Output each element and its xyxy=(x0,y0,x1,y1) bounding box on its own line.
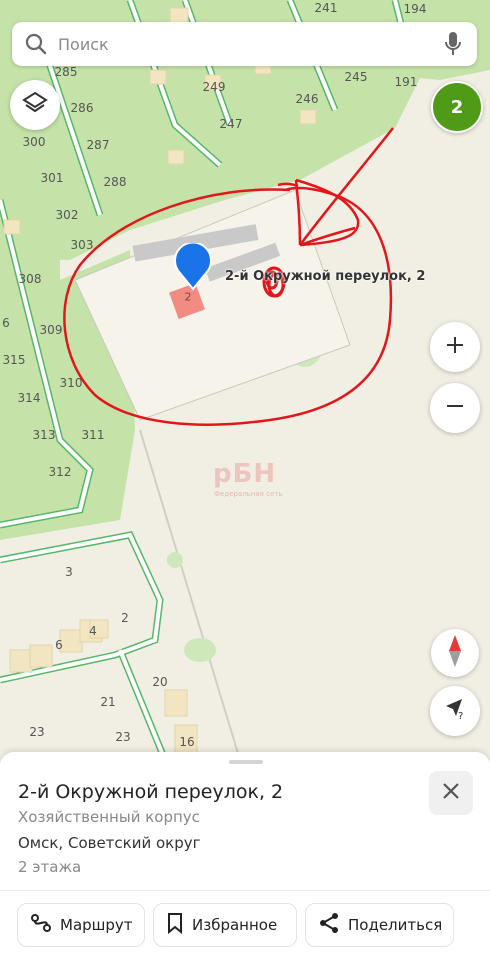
house-number: 245 xyxy=(344,70,368,84)
house-number: 247 xyxy=(219,117,243,131)
house-number: 303 xyxy=(70,238,94,252)
house-number: 285 xyxy=(54,65,78,79)
house-number: 311 xyxy=(81,428,105,442)
route-icon xyxy=(18,912,60,938)
watermark-logo: рБН xyxy=(213,459,277,489)
house-number: 246 xyxy=(295,92,319,106)
house-number: 23 xyxy=(29,725,45,739)
route-button[interactable]: Маршрут xyxy=(17,903,145,947)
place-card[interactable]: 2-й Окружной переулок, 2 Хозяйственный к… xyxy=(0,752,490,960)
favorites-button[interactable]: Избранное xyxy=(153,903,297,947)
house-number: 191 xyxy=(394,75,418,89)
favorites-label: Избранное xyxy=(192,916,278,934)
navigation-arrow-icon: ? xyxy=(442,696,468,726)
house-number: 6 xyxy=(55,638,63,652)
layers-button[interactable] xyxy=(10,80,60,130)
house-number: 302 xyxy=(55,208,79,222)
route-label: Маршрут xyxy=(60,916,133,934)
zoom-in-button[interactable] xyxy=(430,322,480,372)
building-number: 2 xyxy=(184,290,192,304)
watermark-subtitle: Федеральная сеть xyxy=(214,490,283,498)
place-locality: Омск, Советский округ xyxy=(18,834,201,852)
microphone-icon[interactable] xyxy=(443,31,463,57)
house-number: 16 xyxy=(179,735,195,749)
sheet-handle[interactable] xyxy=(229,760,263,764)
layers-icon xyxy=(21,89,49,121)
house-number: 286 xyxy=(70,101,94,115)
compass-icon xyxy=(448,635,462,671)
close-button[interactable] xyxy=(429,771,473,815)
house-number: 315 xyxy=(2,353,26,367)
bookmark-icon xyxy=(154,912,192,938)
house-number: 2 xyxy=(121,611,129,625)
my-location-button[interactable]: ? xyxy=(430,686,480,736)
share-label: Поделиться xyxy=(348,916,443,934)
share-button[interactable]: Поделиться xyxy=(305,903,454,947)
house-number: 288 xyxy=(103,175,127,189)
house-number: 3 xyxy=(65,565,73,579)
divider xyxy=(0,890,490,891)
house-number: 312 xyxy=(48,465,72,479)
house-number: 314 xyxy=(17,391,41,405)
plus-icon xyxy=(445,335,465,359)
search-bar[interactable]: Поиск xyxy=(12,22,477,66)
house-number: 308 xyxy=(18,272,42,286)
share-icon xyxy=(306,912,348,938)
place-title: 2-й Окружной переулок, 2 xyxy=(18,781,284,803)
zoom-out-button[interactable] xyxy=(430,383,480,433)
place-floors: 2 этажа xyxy=(18,858,82,876)
house-number: 23 xyxy=(115,730,131,744)
search-input[interactable]: Поиск xyxy=(58,35,443,54)
location-pin-icon[interactable] xyxy=(172,243,214,291)
compass-button[interactable] xyxy=(431,629,479,677)
notification-badge[interactable]: 2 xyxy=(431,81,483,133)
house-number: 309 xyxy=(39,323,63,337)
house-number: 310 xyxy=(59,376,83,390)
svg-text:?: ? xyxy=(458,711,463,722)
house-number: 301 xyxy=(40,171,64,185)
house-number: 20 xyxy=(152,675,168,689)
place-category: Хозяйственный корпус xyxy=(18,808,200,826)
house-number: 6 xyxy=(2,316,10,330)
minus-icon xyxy=(445,396,465,420)
close-icon xyxy=(442,782,460,804)
map-address-label: 2-й Окружной переулок, 2 xyxy=(225,269,426,284)
house-number: 194 xyxy=(403,2,427,16)
house-number: 300 xyxy=(22,135,46,149)
house-number: 249 xyxy=(202,80,226,94)
house-number: 313 xyxy=(32,428,56,442)
house-number: 21 xyxy=(100,695,116,709)
map-view[interactable]: 241 194 285 249 245 191 286 246 300 287 … xyxy=(0,0,490,760)
search-icon xyxy=(24,32,48,56)
house-number: 4 xyxy=(89,624,97,638)
house-number: 287 xyxy=(86,138,110,152)
house-number: 241 xyxy=(314,1,338,15)
